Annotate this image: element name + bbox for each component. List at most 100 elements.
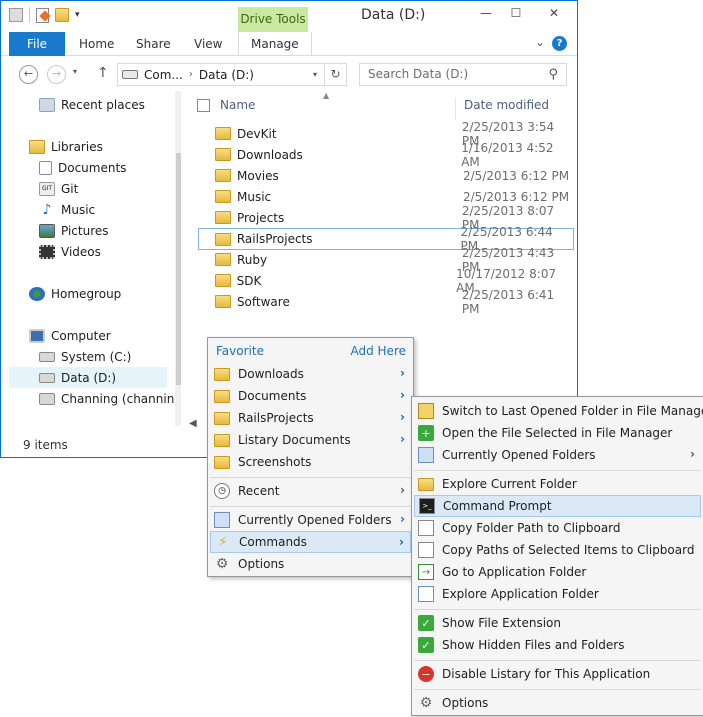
menu-item-currently-opened-folders[interactable]: Currently Opened Folders › — [210, 509, 411, 531]
search-icon[interactable]: ⚲ — [548, 64, 558, 85]
drive-icon — [122, 70, 138, 79]
chevron-right-icon: › — [400, 366, 405, 380]
open-file-icon: + — [418, 425, 434, 441]
cmd-copy-folder-path[interactable]: Copy Folder Path to Clipboard — [414, 517, 701, 539]
ribbon-tabs: File Home Share View Manage ⌄ ? — [1, 32, 577, 56]
favorite-item-listary-documents[interactable]: Listary Documents › — [210, 429, 411, 451]
cmd-go-to-application-folder[interactable]: → Go to Application Folder — [414, 561, 701, 583]
breadcrumb-data-drive[interactable]: Data (D:) — [199, 68, 254, 82]
nav-item-pictures[interactable]: Pictures — [39, 220, 181, 241]
favorite-item-screenshots[interactable]: Screenshots — [210, 451, 411, 473]
nav-item-music[interactable]: ♪ Music — [39, 199, 181, 220]
menu-item-options[interactable]: ⚙ Options — [210, 553, 411, 575]
check-icon: ✓ — [418, 637, 434, 653]
chevron-right-icon: › — [400, 512, 405, 526]
address-bar[interactable]: Com... › Data (D:) ▾ ↻ — [117, 63, 347, 86]
cmd-copy-selected-paths[interactable]: Copy Paths of Selected Items to Clipboar… — [414, 539, 701, 561]
cmd-command-prompt[interactable]: >_ Command Prompt — [414, 495, 701, 517]
close-button[interactable]: ✕ — [531, 1, 577, 25]
cmd-explore-current-folder[interactable]: Explore Current Folder — [414, 473, 701, 495]
help-icon[interactable]: ? — [552, 36, 567, 51]
expand-ribbon-icon[interactable]: ⌄ — [535, 35, 545, 49]
nav-item-channing[interactable]: Channing (channing — [39, 388, 181, 409]
tab-view[interactable]: View — [194, 32, 222, 56]
chevron-right-icon: › — [690, 447, 695, 461]
documents-icon — [39, 160, 52, 175]
select-all-checkbox[interactable] — [197, 99, 210, 112]
nav-item-git[interactable]: GIT Git — [39, 178, 181, 199]
cmd-open-selected-file[interactable]: + Open the File Selected in File Manager — [414, 422, 701, 444]
cmd-currently-opened-folders[interactable]: Currently Opened Folders › — [414, 444, 701, 466]
tab-file[interactable]: File — [9, 32, 65, 56]
drive-icon — [39, 351, 55, 362]
address-row: ← → ▾ ↑ Com... › Data (D:) ▾ ↻ Search Da… — [1, 59, 577, 89]
explore-app-folder-icon — [418, 586, 434, 602]
cmd-options[interactable]: ⚙ Options — [414, 692, 701, 714]
add-here-link[interactable]: Add Here — [350, 344, 406, 358]
file-row[interactable]: Movies 2/5/2013 6:12 PM — [199, 165, 575, 186]
nav-scrollbar-thumb[interactable] — [176, 153, 181, 385]
tab-share[interactable]: Share — [136, 32, 171, 56]
listary-menu: Favorite Add Here Downloads › Documents … — [207, 337, 414, 577]
file-name: Movies — [237, 168, 279, 183]
nav-item-system-c[interactable]: System (C:) — [39, 346, 181, 367]
nav-item-homegroup[interactable]: Homegroup — [29, 283, 181, 304]
cmd-show-file-extension[interactable]: ✓ Show File Extension — [414, 612, 701, 634]
forward-button[interactable]: → — [47, 65, 66, 84]
back-button[interactable]: ← — [19, 65, 38, 84]
nav-item-libraries[interactable]: Libraries — [29, 136, 181, 157]
menu-item-commands[interactable]: ⚡ Commands › — [210, 531, 411, 553]
cmd-show-hidden-files[interactable]: ✓ Show Hidden Files and Folders — [414, 634, 701, 656]
windows-icon — [418, 447, 434, 463]
breadcrumb-separator-icon[interactable]: › — [189, 69, 193, 80]
customize-qat-icon[interactable]: ▾ — [75, 10, 80, 20]
favorite-item-downloads[interactable]: Downloads › — [210, 363, 411, 385]
minimize-button[interactable]: — — [471, 1, 501, 25]
nav-item-data-d[interactable]: Data (D:) — [9, 367, 167, 388]
column-header-name[interactable]: Name — [220, 98, 255, 112]
nav-item-videos[interactable]: Videos — [39, 241, 181, 262]
chevron-right-icon: › — [400, 432, 405, 446]
recent-locations-icon[interactable]: ▾ — [73, 67, 77, 76]
file-row[interactable]: Software 2/25/2013 6:41 PM — [199, 288, 575, 316]
chevron-right-icon: › — [399, 535, 404, 549]
up-button[interactable]: ↑ — [97, 65, 109, 81]
title-bar: ▾ Drive Tools Data (D:) — ☐ ✕ — [1, 1, 577, 32]
cmd-switch-last-opened-folder[interactable]: Switch to Last Opened Folder in File Man… — [414, 400, 703, 422]
maximize-button[interactable]: ☐ — [501, 1, 531, 25]
favorite-item-documents[interactable]: Documents › — [210, 385, 411, 407]
cmd-explore-application-folder[interactable]: Explore Application Folder — [414, 583, 701, 605]
nav-scrollbar[interactable] — [175, 91, 181, 426]
homegroup-icon — [29, 286, 45, 301]
folder-icon — [215, 148, 231, 161]
folder-icon — [214, 433, 230, 447]
tab-home[interactable]: Home — [79, 32, 114, 56]
properties-icon[interactable] — [36, 7, 51, 23]
menu-item-recent[interactable]: ◷ Recent › — [210, 480, 411, 502]
git-icon: GIT — [39, 181, 55, 196]
scroll-left-icon[interactable]: ◀ — [189, 418, 197, 429]
system-menu-icon[interactable] — [9, 8, 23, 22]
file-row[interactable]: Downloads 1/16/2013 4:52 AM — [199, 141, 575, 169]
breadcrumb-computer[interactable]: Com... — [144, 68, 183, 82]
column-header-date-modified[interactable]: Date modified — [455, 98, 549, 120]
new-folder-icon[interactable] — [55, 8, 69, 22]
network-drive-icon — [39, 392, 55, 405]
favorite-item-railsprojects[interactable]: RailsProjects › — [210, 407, 411, 429]
favorite-header: Favorite — [216, 344, 264, 358]
file-name: Ruby — [236, 252, 268, 267]
search-input[interactable]: Search Data (D:) ⚲ — [359, 63, 567, 86]
tab-manage[interactable]: Manage — [238, 32, 312, 56]
quick-access-toolbar: ▾ — [9, 7, 80, 23]
file-date-modified: 2/5/2013 6:12 PM — [463, 189, 570, 204]
cmd-disable-listary[interactable]: − Disable Listary for This Application — [414, 663, 701, 685]
refresh-button[interactable]: ↻ — [324, 64, 346, 85]
switch-folder-icon — [418, 403, 434, 419]
disable-icon: − — [418, 666, 434, 682]
nav-item-computer[interactable]: Computer — [29, 325, 181, 346]
address-dropdown-icon[interactable]: ▾ — [306, 70, 324, 79]
windows-icon — [214, 512, 230, 528]
nav-item-documents[interactable]: Documents — [39, 157, 181, 178]
nav-item-recent-places[interactable]: Recent places — [39, 94, 181, 115]
search-placeholder: Search Data (D:) — [368, 67, 469, 81]
